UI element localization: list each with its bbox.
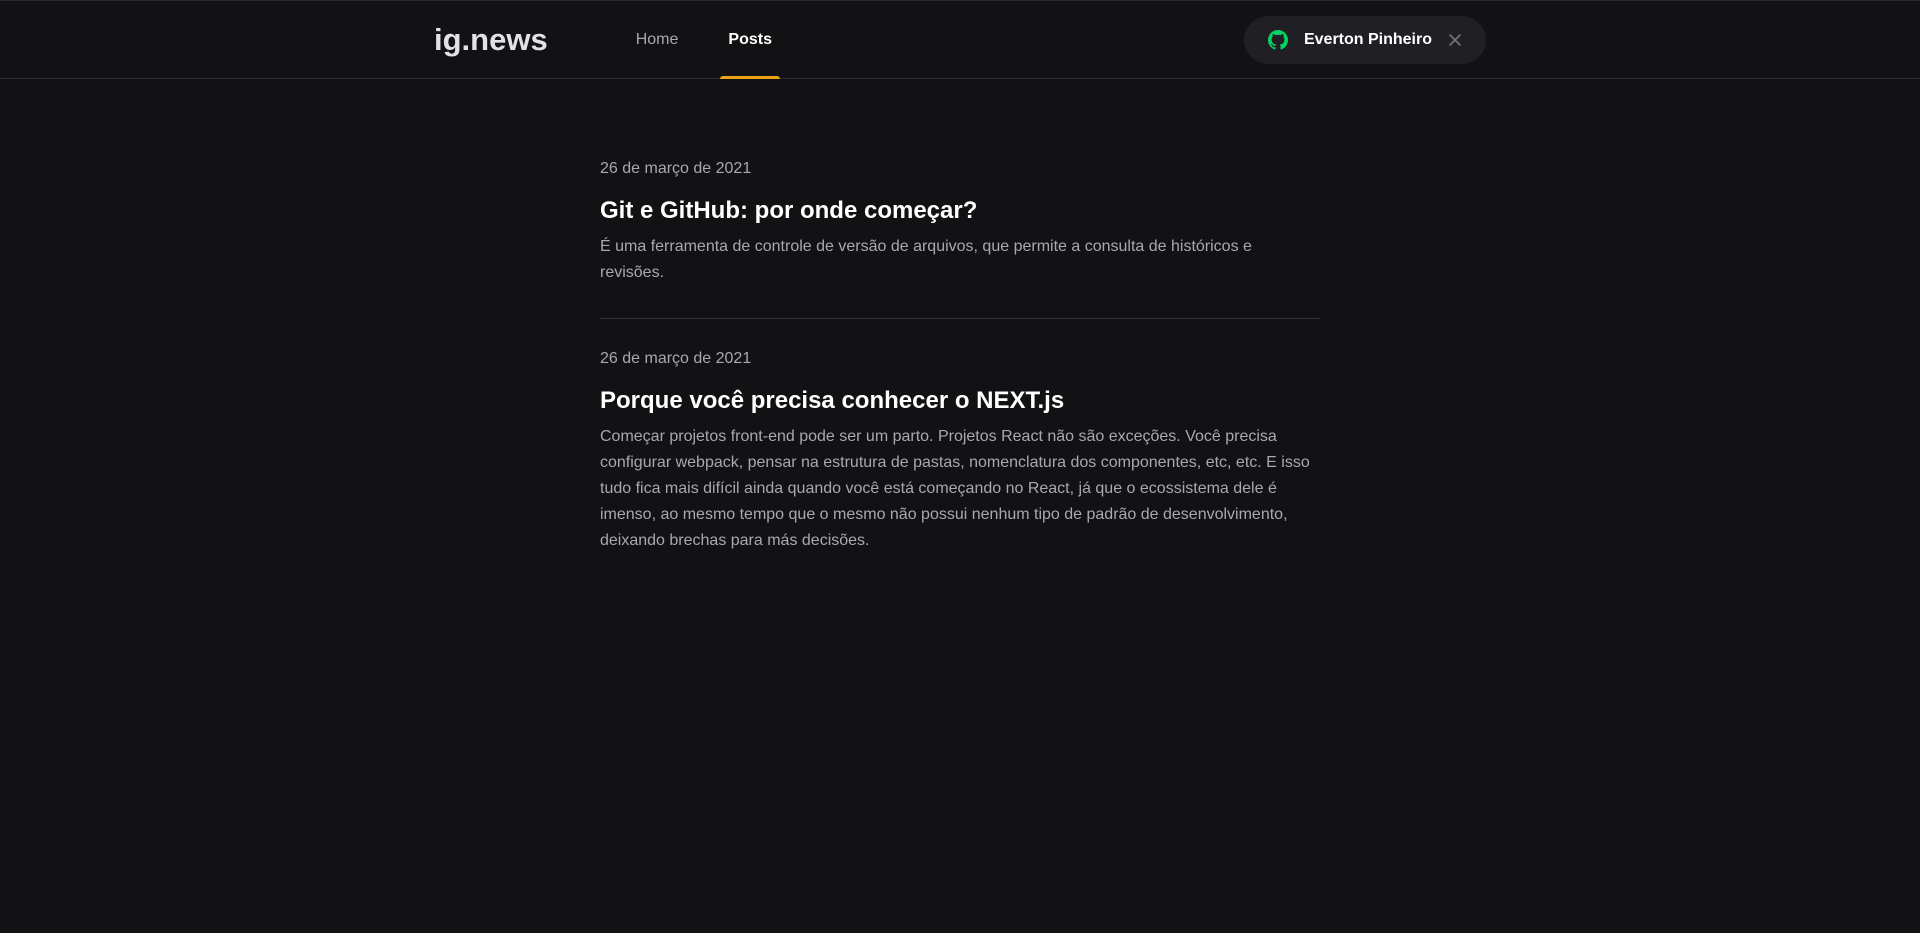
user-name: Everton Pinheiro (1303, 30, 1432, 48)
post-item[interactable]: 26 de março de 2021 Porque você precisa … (600, 351, 1320, 586)
site-header: ig.news Home Posts Everton Pinheiro (0, 0, 1920, 79)
post-excerpt: É uma ferramenta de controle de versão d… (600, 238, 1252, 282)
post-title[interactable]: Porque você precisa conhecer o NEXT.js (600, 385, 1320, 416)
main-nav: Home Posts (634, 1, 824, 79)
post-item[interactable]: 26 de março de 2021 Git e GitHub: por on… (600, 160, 1320, 320)
post-date: 26 de março de 2021 (600, 350, 752, 368)
logo[interactable]: ig.news (434, 24, 548, 55)
posts-list: 26 de março de 2021 Git e GitHub: por on… (600, 161, 1320, 586)
post-title[interactable]: Git e GitHub: por onde começar? (600, 195, 1320, 226)
post-date: 26 de março de 2021 (600, 160, 752, 177)
nav-link-posts[interactable]: Posts (720, 1, 780, 79)
nav-link-home[interactable]: Home (634, 1, 681, 78)
post-excerpt: Começar projetos front-end pode ser um p… (600, 428, 1310, 550)
close-icon[interactable] (1448, 33, 1462, 47)
user-signin-button[interactable]: Everton Pinheiro (1243, 15, 1486, 64)
github-icon (1267, 29, 1288, 50)
header-content: ig.news Home Posts Everton Pinheiro (432, 1, 1488, 79)
